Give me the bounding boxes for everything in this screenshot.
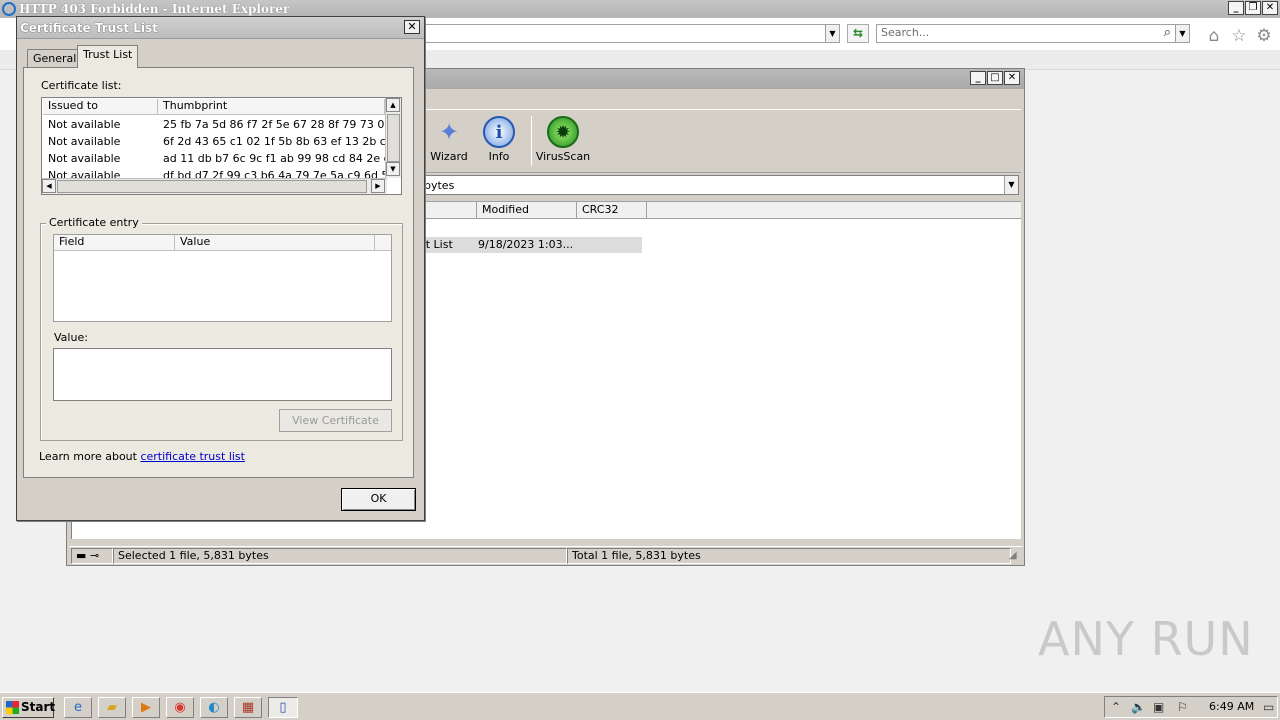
scroll-right-icon[interactable]: ▶: [371, 179, 385, 193]
windows-flag-icon: [6, 701, 19, 714]
value-textbox[interactable]: [53, 348, 392, 401]
certificate-row[interactable]: Not available ad 11 db b7 6c 9c f1 ab 99…: [43, 150, 385, 167]
value-label: Value:: [54, 331, 88, 344]
certificate-trust-list-link[interactable]: certificate trust list: [140, 450, 245, 463]
settings-gear-icon[interactable]: ⚙: [1255, 27, 1273, 45]
search-dropdown-icon[interactable]: ▼: [1175, 25, 1189, 42]
scroll-left-icon[interactable]: ◀: [42, 179, 56, 193]
path-dropdown-icon[interactable]: ▼: [1004, 176, 1018, 194]
hscroll-thumb[interactable]: [57, 180, 367, 193]
certificate-list[interactable]: Issued to Thumbprint Not available 25 fb…: [41, 97, 402, 195]
column-header-value[interactable]: Value: [175, 235, 375, 250]
column-header-blank[interactable]: [417, 202, 477, 219]
show-desktop-icon[interactable]: ▭: [1263, 700, 1274, 714]
drive-status-icon: ▬ ⊸: [71, 548, 113, 564]
chrome-icon[interactable]: ◉: [166, 697, 194, 718]
certificate-trust-list-dialog: Certificate Trust List ✕ General Trust L…: [16, 16, 425, 521]
archive-minimize-button[interactable]: _: [970, 71, 986, 85]
favorites-star-icon[interactable]: ☆: [1230, 27, 1248, 45]
info-label: Info: [488, 150, 510, 163]
virusscan-label: VirusScan: [535, 150, 591, 163]
view-certificate-button[interactable]: View Certificate: [279, 409, 392, 432]
taskbar: Start e ▰ ▶ ◉ ◐ ▦ ▯ ⌃ 🔈 ▣ ⚐ 6:49 AM ▭: [0, 692, 1280, 720]
dialog-close-button[interactable]: ✕: [404, 20, 420, 34]
learn-more-prefix: Learn more about: [39, 450, 141, 463]
column-header-issued-to[interactable]: Issued to: [43, 99, 158, 114]
file-modified-cell: 9/18/2023 1:03...: [478, 238, 574, 251]
status-total: Total 1 file, 5,831 bytes: [567, 548, 1011, 564]
tab-general[interactable]: General: [27, 49, 83, 69]
file-explorer-icon[interactable]: ▰: [98, 697, 126, 718]
certificate-row[interactable]: Not available df bd d7 2f 99 c3 b6 4a 79…: [43, 167, 385, 178]
close-button[interactable]: ✕: [1262, 1, 1278, 15]
entry-list-header: Field Value: [54, 235, 391, 251]
vscroll-thumb[interactable]: [387, 114, 400, 162]
archive-path-text: bytes: [424, 179, 455, 192]
media-player-icon[interactable]: ▶: [132, 697, 160, 718]
column-header-modified[interactable]: Modified: [477, 202, 577, 219]
winrar-icon[interactable]: ▦: [234, 697, 262, 718]
refresh-button[interactable]: ⇆: [847, 24, 869, 43]
show-hidden-icons-icon[interactable]: ⌃: [1111, 700, 1121, 714]
table-row[interactable]: st List 9/18/2023 1:03...: [420, 237, 642, 253]
search-placeholder: Search...: [881, 26, 930, 39]
dialog-titlebar: Certificate Trust List ✕: [17, 17, 424, 39]
virus-scan-icon: ✹: [547, 116, 579, 148]
edge-icon[interactable]: ◐: [200, 697, 228, 718]
cert-issued-to: Not available: [48, 118, 121, 131]
cert-thumbprint: 6f 2d 43 65 c1 02 1f 5b 8b 63 ef 13 2b c…: [163, 135, 385, 148]
system-tray: ⌃ 🔈 ▣ ⚐ 6:49 AM ▭: [1104, 696, 1278, 718]
tab-trust-list[interactable]: Trust List: [77, 45, 139, 68]
archive-close-button[interactable]: ✕: [1004, 71, 1020, 85]
home-icon[interactable]: ⌂: [1205, 27, 1223, 45]
wizard-label: Wizard: [430, 150, 468, 163]
volume-icon[interactable]: 🔈: [1131, 700, 1146, 714]
certificate-entry-label: Certificate entry: [46, 216, 142, 229]
minimize-button[interactable]: _: [1228, 1, 1244, 15]
cert-thumbprint: 25 fb 7a 5d 86 f7 2f 5e 67 28 8f 79 73 0…: [163, 118, 385, 131]
ok-button[interactable]: OK: [341, 488, 416, 511]
cert-thumbprint: df bd d7 2f 99 c3 b6 4a 79 7e 5a c9 6d 5…: [163, 169, 385, 178]
archive-maximize-button[interactable]: □: [987, 71, 1003, 85]
ie-logo-icon: [2, 2, 16, 16]
search-input[interactable]: Search... ⌕ ▼: [876, 24, 1190, 43]
scroll-up-icon[interactable]: ▲: [386, 98, 400, 112]
info-icon: i: [483, 116, 515, 148]
address-dropdown-icon[interactable]: ▼: [825, 25, 839, 42]
dialog-title: Certificate Trust List: [20, 21, 158, 35]
column-header-field[interactable]: Field: [54, 235, 175, 250]
column-header-thumbprint[interactable]: Thumbprint: [158, 99, 385, 114]
search-icon[interactable]: ⌕: [1164, 25, 1171, 40]
certificate-list-header: Issued to Thumbprint: [43, 99, 385, 115]
action-center-flag-icon[interactable]: ⚐: [1177, 700, 1188, 714]
cert-issued-to: Not available: [48, 152, 121, 165]
info-button[interactable]: i Info: [467, 116, 531, 163]
scroll-down-icon[interactable]: ▼: [386, 162, 400, 176]
certificate-row[interactable]: Not available 25 fb 7a 5d 86 f7 2f 5e 67…: [43, 116, 385, 133]
certificate-list-hscrollbar[interactable]: ◀ ▶: [42, 178, 387, 194]
certificate-entry-list[interactable]: Field Value: [53, 234, 392, 322]
address-bar[interactable]: ▼: [420, 24, 840, 43]
column-header-crc32[interactable]: CRC32: [577, 202, 647, 219]
network-icon[interactable]: ▣: [1153, 700, 1164, 714]
anyrun-watermark: ANY RUN: [1038, 612, 1254, 666]
clock[interactable]: 6:49 AM: [1209, 700, 1254, 713]
wizard-wand-icon: ✦: [438, 118, 460, 146]
internet-explorer-icon[interactable]: e: [64, 697, 92, 718]
start-label: Start: [21, 700, 56, 714]
cert-thumbprint: ad 11 db b7 6c 9c f1 ab 99 98 cd 84 2e c…: [163, 152, 385, 165]
restore-button[interactable]: ❐: [1245, 1, 1261, 15]
certificate-list-vscrollbar[interactable]: ▲ ▼: [385, 98, 401, 178]
certificate-row[interactable]: Not available 6f 2d 43 65 c1 02 1f 5b 8b…: [43, 133, 385, 150]
certificate-list-label: Certificate list:: [41, 79, 122, 92]
resize-grip-icon[interactable]: ◢: [1009, 550, 1017, 561]
learn-more-text: Learn more about certificate trust list: [39, 450, 245, 463]
virusscan-button[interactable]: ✹ VirusScan: [531, 116, 595, 163]
document-task-icon[interactable]: ▯: [268, 697, 298, 718]
start-button[interactable]: Start: [2, 697, 56, 718]
archive-status-bar: ▬ ⊸ Selected 1 file, 5,831 bytes Total 1…: [69, 546, 1023, 565]
cert-issued-to: Not available: [48, 135, 121, 148]
cert-issued-to: Not available: [48, 169, 121, 178]
status-selected: Selected 1 file, 5,831 bytes: [113, 548, 567, 564]
